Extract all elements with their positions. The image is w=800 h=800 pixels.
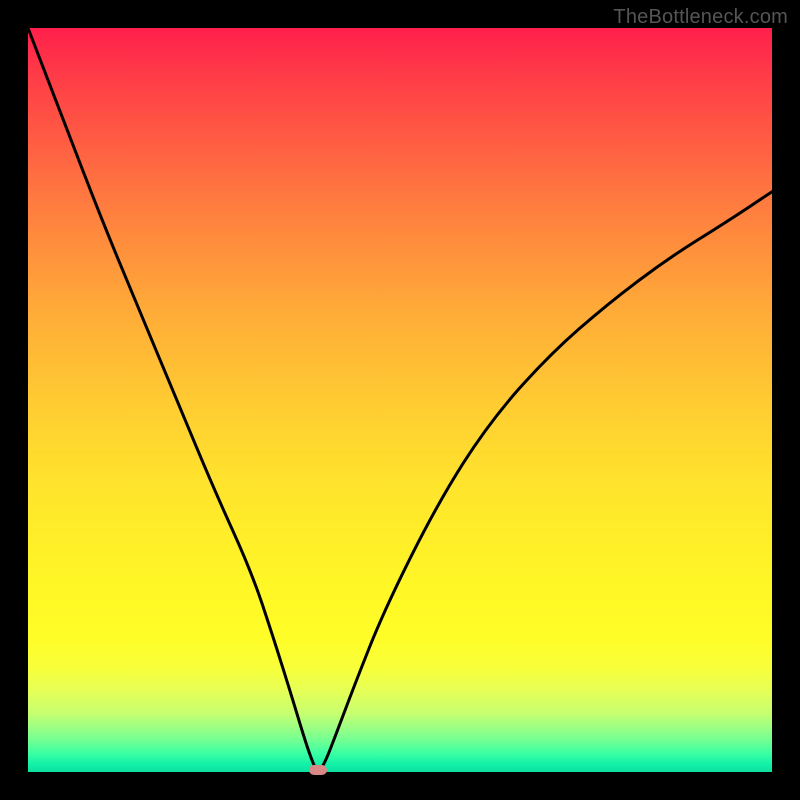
watermark-text: TheBottleneck.com (613, 6, 788, 29)
plot-area (28, 28, 772, 772)
bottleneck-curve (28, 28, 772, 772)
optimum-marker (309, 765, 327, 775)
chart-frame: TheBottleneck.com (0, 0, 800, 800)
